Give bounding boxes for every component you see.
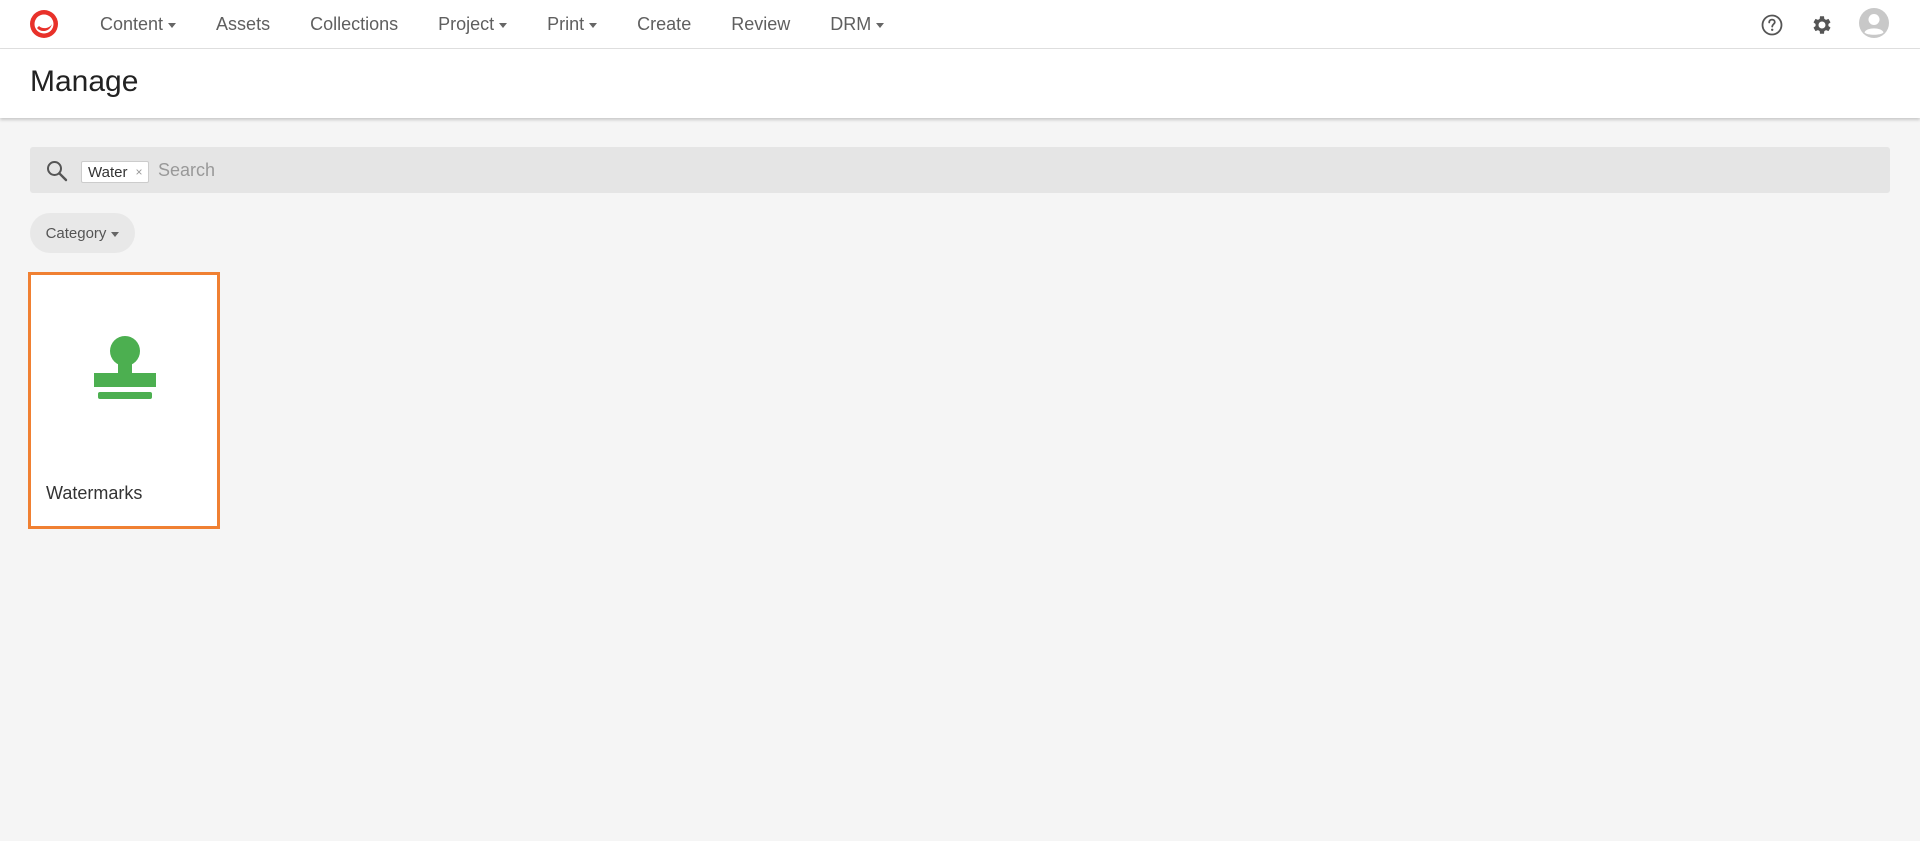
nav-item-label: DRM xyxy=(830,13,872,34)
search-input[interactable] xyxy=(158,157,1858,183)
nav-item-assets[interactable]: Assets xyxy=(216,14,270,35)
search-bar: Water × xyxy=(30,147,1890,193)
nav-item-label: Create xyxy=(637,13,692,34)
nav-item-label: Content xyxy=(100,13,164,34)
app-logo-icon[interactable] xyxy=(28,8,60,40)
nav-menu: Content Assets Collections Project Print… xyxy=(100,0,924,48)
chevron-down-icon xyxy=(111,231,120,237)
stamp-icon xyxy=(94,336,156,399)
search-filter-chip: Water × xyxy=(81,161,150,183)
page-header: Manage xyxy=(0,49,1920,118)
nav-item-label: Collections xyxy=(310,13,399,34)
nav-item-create[interactable]: Create xyxy=(637,14,691,35)
nav-item-label: Review xyxy=(731,13,791,34)
chevron-down-icon xyxy=(589,22,598,28)
top-navigation: Content Assets Collections Project Print… xyxy=(0,0,1920,49)
nav-item-content[interactable]: Content xyxy=(100,13,177,35)
help-icon[interactable] xyxy=(1760,13,1784,37)
nav-item-label: Project xyxy=(438,13,495,34)
category-label: Category xyxy=(45,224,107,242)
nav-item-collections[interactable]: Collections xyxy=(310,14,398,35)
category-filter-button[interactable]: Category xyxy=(30,213,135,253)
chip-label: Water xyxy=(88,163,128,181)
chevron-down-icon xyxy=(168,22,177,28)
nav-item-project[interactable]: Project xyxy=(438,13,508,35)
nav-item-label: Assets xyxy=(216,13,271,34)
card-label: Watermarks xyxy=(46,483,143,503)
chevron-down-icon xyxy=(876,22,885,28)
search-icon xyxy=(47,161,68,182)
avatar-icon[interactable] xyxy=(1858,7,1890,39)
chevron-down-icon xyxy=(499,22,508,28)
gear-icon[interactable] xyxy=(1810,13,1834,37)
nav-item-drm[interactable]: DRM xyxy=(830,13,885,35)
page-title: Manage xyxy=(30,65,139,98)
nav-item-review[interactable]: Review xyxy=(731,14,790,35)
nav-item-print[interactable]: Print xyxy=(547,13,598,35)
nav-item-label: Print xyxy=(547,13,585,34)
close-icon[interactable]: × xyxy=(135,165,142,179)
watermarks-card[interactable]: Watermarks xyxy=(28,272,220,529)
